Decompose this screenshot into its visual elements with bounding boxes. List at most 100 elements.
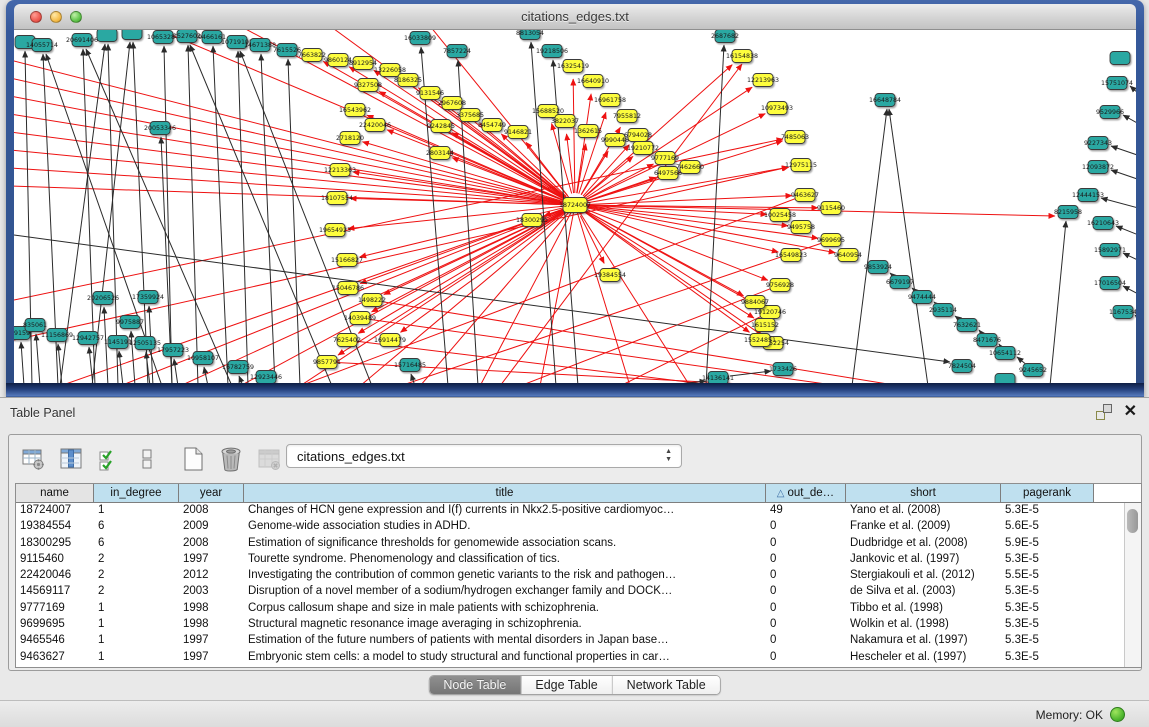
- graph-node[interactable]: 9327508: [354, 79, 382, 92]
- graph-node[interactable]: 3822037: [551, 115, 579, 128]
- memory-status-indicator[interactable]: [1110, 707, 1125, 722]
- graph-node[interactable]: [995, 374, 1015, 384]
- column-header-name[interactable]: name: [16, 484, 94, 502]
- graph-node[interactable]: 17016504: [1094, 277, 1126, 290]
- graph-node[interactable]: 15166827: [331, 254, 363, 267]
- graph-node[interactable]: 16543962: [339, 104, 371, 117]
- graph-node[interactable]: 9115460: [817, 202, 845, 215]
- close-panel-icon[interactable]: ✕: [1124, 404, 1137, 420]
- graph-node[interactable]: 16549823: [775, 249, 807, 262]
- row-height-icon[interactable]: [133, 445, 161, 473]
- graph-node[interactable]: 9853924: [864, 261, 892, 274]
- graph-node[interactable]: 8471676: [973, 334, 1001, 347]
- table-row[interactable]: 2242004622012Investigating the contribut…: [16, 568, 1141, 584]
- graph-node[interactable]: 7824504: [948, 360, 976, 373]
- table-row[interactable]: 1456911722003Disruption of a novel membe…: [16, 584, 1141, 600]
- tab-network-table[interactable]: Network Table: [613, 676, 720, 694]
- column-header-in_degree[interactable]: in_degree: [94, 484, 179, 502]
- graph-node[interactable]: 7663822: [298, 49, 326, 62]
- show-hide-columns-icon[interactable]: [57, 445, 85, 473]
- column-header-pagerank[interactable]: pagerank: [1001, 484, 1094, 502]
- graph-node[interactable]: 2935114: [929, 304, 957, 317]
- delete-table-icon[interactable]: [217, 445, 245, 473]
- graph-node[interactable]: 9756928: [766, 279, 794, 292]
- graph-node[interactable]: 9474444: [908, 291, 936, 304]
- graph-node[interactable]: 20691406: [66, 34, 98, 47]
- graph-node[interactable]: 1167534: [1109, 306, 1136, 319]
- graph-node[interactable]: 16914479: [374, 334, 406, 347]
- graph-node[interactable]: 8813054: [516, 30, 544, 40]
- graph-node[interactable]: 9975887: [116, 316, 144, 329]
- graph-node[interactable]: 15716485: [394, 359, 426, 372]
- graph-node[interactable]: 9529966: [1096, 106, 1124, 119]
- graph-node[interactable]: 1527602: [173, 30, 201, 43]
- graph-node[interactable]: 16325419: [557, 60, 589, 73]
- graph-node[interactable]: 9857791: [313, 356, 341, 369]
- graph-node[interactable]: 1145191: [104, 336, 132, 349]
- graph-node[interactable]: 20053346: [144, 122, 176, 135]
- graph-node[interactable]: 12942757: [72, 332, 104, 345]
- graph-node[interactable]: 16640910: [577, 75, 609, 88]
- graph-node[interactable]: 9245652: [1019, 364, 1047, 377]
- graph-node[interactable]: [1110, 52, 1130, 65]
- graph-node[interactable]: 7955812: [613, 110, 641, 123]
- graph-node[interactable]: 9146821: [504, 126, 532, 139]
- graph-node[interactable]: 9131546: [416, 87, 444, 100]
- graph-node[interactable]: 18107554: [321, 192, 353, 205]
- graph-node[interactable]: 7462660: [676, 161, 704, 174]
- graph-node[interactable]: 1615152: [751, 319, 779, 332]
- graph-node[interactable]: 9860124: [324, 54, 352, 67]
- new-table-icon[interactable]: [179, 445, 207, 473]
- graph-node[interactable]: 18724007: [559, 198, 591, 213]
- graph-node[interactable]: 15751074: [1101, 77, 1133, 90]
- table-row[interactable]: 977716911998Corpus callosum shape and si…: [16, 601, 1141, 617]
- graph-node[interactable]: 9777169: [651, 152, 679, 165]
- graph-node[interactable]: 16033809: [404, 32, 436, 45]
- graph-node[interactable]: 16648784: [869, 94, 901, 107]
- graph-node[interactable]: 2967608: [438, 97, 466, 110]
- graph-node[interactable]: 1498222: [358, 294, 386, 307]
- network-table-selector[interactable]: citations_edges.txt ▲▼: [286, 444, 682, 468]
- column-header-short[interactable]: short: [846, 484, 1001, 502]
- graph-node[interactable]: 12975115: [785, 159, 817, 172]
- column-header-year[interactable]: year: [179, 484, 244, 502]
- graph-node[interactable]: 19218506: [536, 45, 568, 58]
- graph-node[interactable]: 10958107: [187, 352, 219, 365]
- table-row[interactable]: 911546021997Tourette syndrome. Phenomeno…: [16, 552, 1141, 568]
- network-canvas[interactable]: 1405571420691406106532871527602946616110…: [14, 30, 1136, 383]
- graph-node[interactable]: 17359924: [132, 291, 164, 304]
- graph-node[interactable]: 9640954: [834, 249, 862, 262]
- graph-node[interactable]: 12923446: [250, 371, 282, 384]
- graph-node[interactable]: 16210643: [1087, 217, 1119, 230]
- graph-node[interactable]: 8215958: [1054, 206, 1082, 219]
- graph-node[interactable]: 15046786: [332, 282, 364, 295]
- graph-node[interactable]: 15892971: [1094, 244, 1126, 257]
- graph-node[interactable]: 6794028: [624, 129, 652, 142]
- graph-node[interactable]: 8912954: [349, 57, 377, 70]
- float-panel-icon[interactable]: [1096, 404, 1112, 420]
- table-row[interactable]: 969969511998Structural magnetic resonanc…: [16, 617, 1141, 633]
- table-row[interactable]: 1872400712008Changes of HCN gene express…: [16, 503, 1141, 519]
- graph-node[interactable]: 2718120: [336, 132, 364, 145]
- tab-node-table[interactable]: Node Table: [429, 676, 521, 694]
- graph-node[interactable]: 2687682: [711, 30, 739, 43]
- graph-node[interactable]: 16961758: [594, 94, 626, 107]
- graph-node[interactable]: 2803144: [426, 147, 454, 160]
- table-row[interactable]: 1938455462009Genome-wide association stu…: [16, 519, 1141, 535]
- graph-node[interactable]: 835061: [23, 319, 47, 332]
- column-header-out_de[interactable]: △out_de…: [766, 484, 846, 502]
- column-settings-icon[interactable]: [19, 445, 47, 473]
- graph-node[interactable]: 12213963: [747, 74, 779, 87]
- graph-node[interactable]: 12444153: [1072, 189, 1104, 202]
- graph-node[interactable]: 14039489: [344, 312, 376, 325]
- graph-node[interactable]: 22420046: [359, 119, 391, 132]
- tab-edge-table[interactable]: Edge Table: [521, 676, 612, 694]
- graph-node[interactable]: 3375685: [456, 109, 484, 122]
- graph-node[interactable]: [97, 30, 117, 42]
- column-header-title[interactable]: title: [244, 484, 766, 502]
- graph-node[interactable]: 19654923: [319, 224, 351, 237]
- graph-node[interactable]: 17957223: [157, 344, 189, 357]
- select-columns-icon[interactable]: [95, 445, 123, 473]
- graph-node[interactable]: 8454749: [478, 119, 506, 132]
- table-row[interactable]: 1830029562008Estimation of significance …: [16, 536, 1141, 552]
